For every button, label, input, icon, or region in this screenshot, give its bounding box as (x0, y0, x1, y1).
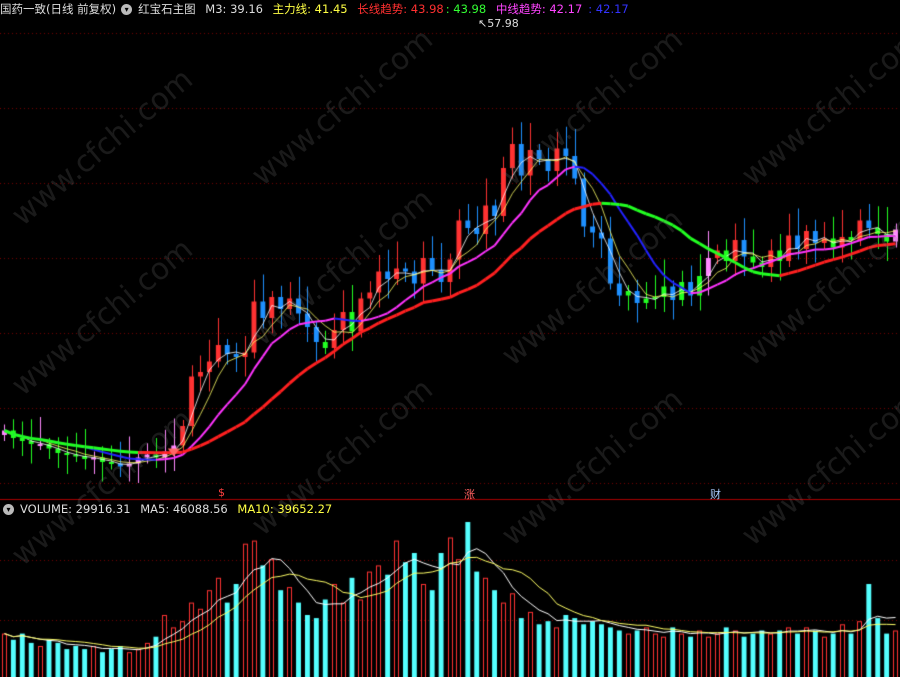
changxian-value-2: : 43.98 (445, 2, 487, 16)
ma10-value: MA10: 39652.27 (237, 502, 333, 516)
high-price-label: 57.98 (487, 17, 519, 30)
volume-menu-icon[interactable]: ▾ (3, 504, 14, 515)
main-chart-header: 国药一致(日线 前复权) ▾ 红宝石主图 M3: 39.16 主力线: 41.45 … (0, 0, 635, 18)
m3-value: M3: 39.16 (205, 2, 263, 16)
indicator-menu-icon[interactable]: ▾ (121, 4, 133, 15)
high-price-marker: ↖57.98 (478, 17, 519, 30)
zhongxian-value: 中线趋势: 42.17 (495, 2, 583, 16)
changxian-value: 长线趋势: 43.98 (357, 2, 444, 16)
volume-value: VOLUME: 29916.31 (20, 502, 131, 516)
stock-title: 国药一致(日线 前复权) (0, 2, 117, 16)
stock-chart-canvas[interactable] (0, 0, 900, 677)
zhuli-value: 主力线: 41.45 (272, 2, 348, 16)
ma5-value: MA5: 46088.56 (140, 502, 228, 516)
zhongxian-value-2: : 42.17 (588, 2, 629, 16)
indicator-name[interactable]: 红宝石主图 (138, 2, 196, 16)
signal-zhang: 涨 (464, 488, 475, 501)
signal-dollar: $ (218, 486, 225, 499)
signal-cai: 财 (710, 488, 721, 501)
volume-header: ▾ VOLUME: 29916.31 MA5: 46088.56 MA10: 39… (0, 500, 338, 518)
